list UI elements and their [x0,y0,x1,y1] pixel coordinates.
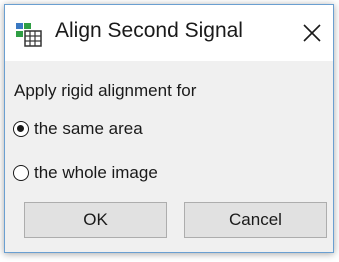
radio-unselected-icon[interactable] [13,165,29,181]
app-icon [16,23,42,47]
screen: Align Second Signal Apply rigid alignmen… [0,0,339,262]
prompt-label: Apply rigid alignment for [14,81,197,100]
cancel-button[interactable]: Cancel [184,202,327,238]
radio-label-whole-image[interactable]: the whole image [34,163,158,183]
align-second-signal-dialog: Align Second Signal Apply rigid alignmen… [4,4,334,253]
dialog-title: Align Second Signal [55,19,243,42]
radio-selected-icon[interactable] [13,121,29,137]
dialog-body: Apply rigid alignment for the same area … [5,61,333,252]
ok-button[interactable]: OK [24,202,167,238]
radio-label-same-area[interactable]: the same area [34,119,143,139]
title-bar[interactable]: Align Second Signal [5,5,333,61]
close-icon[interactable] [297,17,327,49]
radio-dot [17,125,24,132]
